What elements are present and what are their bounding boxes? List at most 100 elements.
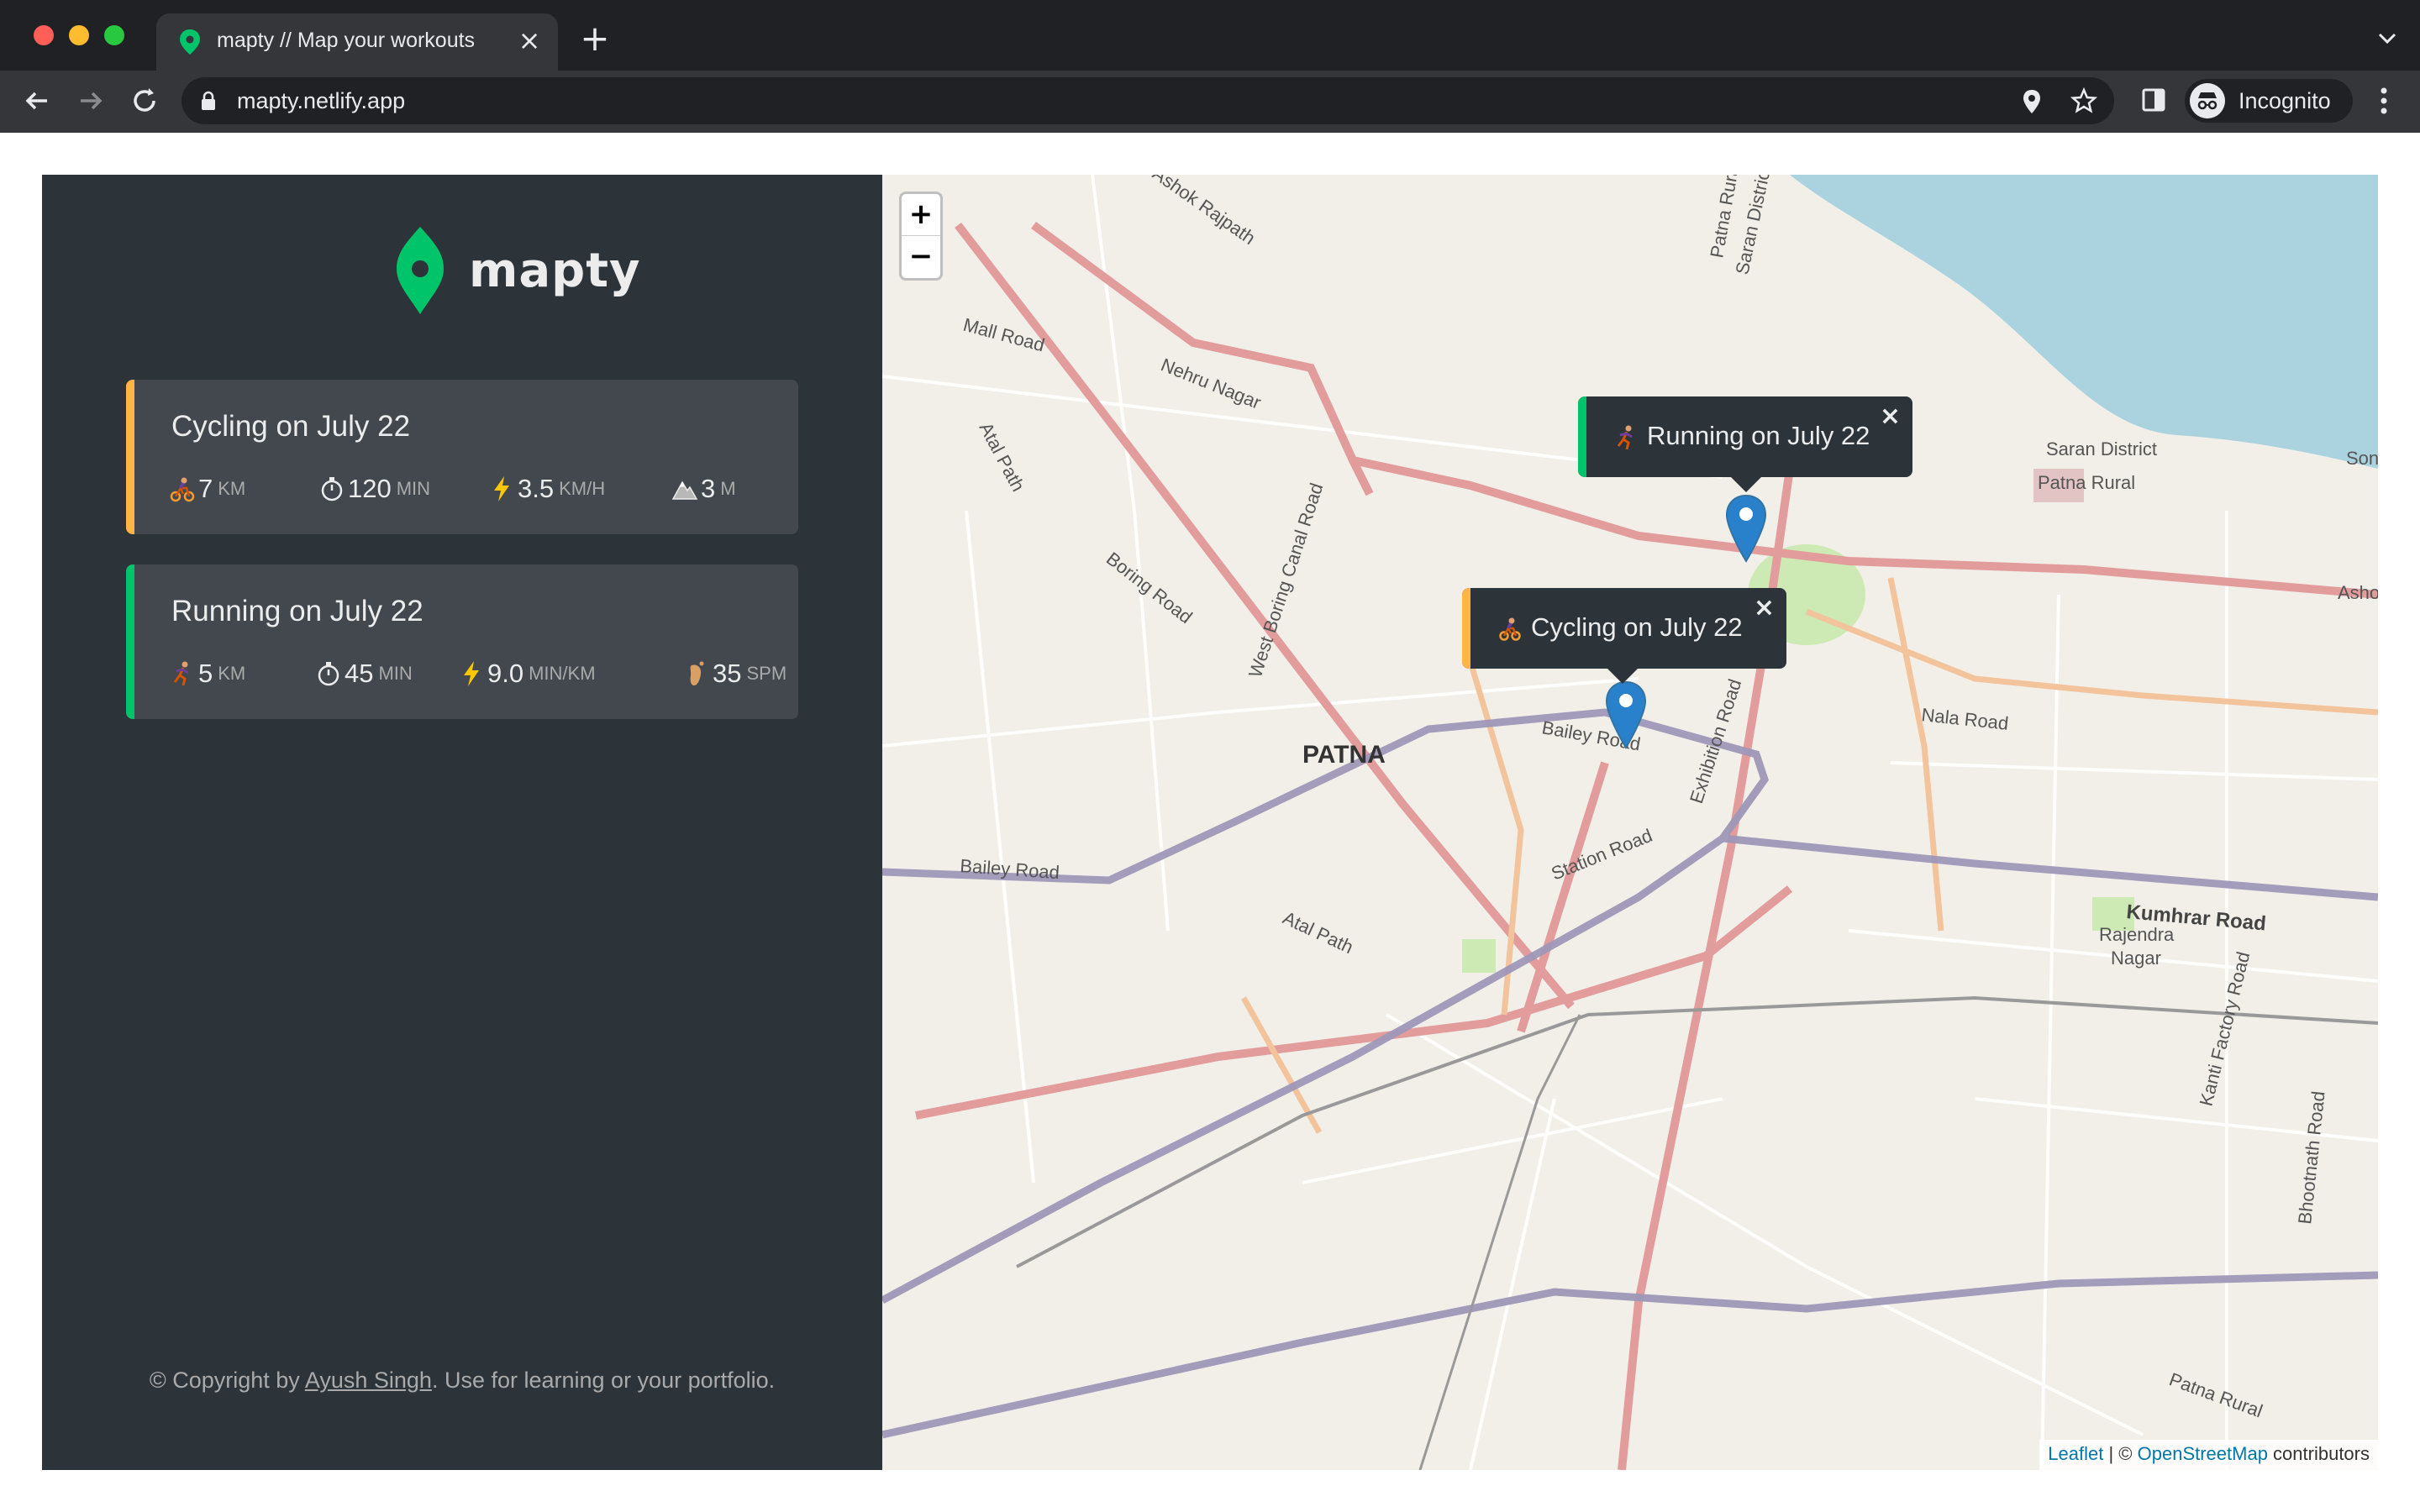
popup-label: Running on July 22 [1647, 421, 1870, 450]
workout-detail-pace: 9.0 min/km [459, 659, 596, 692]
map-attribution: Leaflet | © OpenStreetMap contributors [2039, 1440, 2378, 1470]
workout-type-accent-bar [126, 380, 134, 534]
workout-detail-unit: km [218, 478, 246, 499]
tab-close-icon[interactable]: × [514, 25, 544, 55]
tab-strip: mapty // Map your workouts × + [0, 0, 2420, 71]
workout-popup-cycling[interactable]: Cycling on July 22 × [1462, 588, 1786, 684]
workout-detail-unit: km/h [559, 478, 606, 499]
workout-detail-value: 3 [701, 474, 716, 503]
tab-title: mapty // Map your workouts [217, 29, 476, 52]
tab-search-chevron-icon[interactable] [2375, 25, 2400, 50]
workout-detail-distance: 5 km [170, 659, 245, 692]
workout-title: Cycling on July 22 [171, 410, 411, 443]
popup-tip [1607, 669, 1638, 684]
popup-content: Cycling on July 22 [1499, 612, 1743, 643]
incognito-profile-button[interactable]: Incognito [2185, 79, 2353, 123]
workout-detail-speed: 3.5 km/h [489, 474, 605, 507]
attribution-separator: | © [2103, 1443, 2138, 1464]
browser-tab[interactable]: mapty // Map your workouts × [156, 13, 558, 71]
bookmark-star-icon[interactable] [2070, 87, 2097, 114]
sidebar: mapty Cycling on July 22 7 km 120 m [42, 175, 882, 1470]
map-marker-running[interactable] [1725, 494, 1767, 563]
lock-icon [202, 91, 215, 110]
workout-detail-value: 45 [345, 659, 374, 688]
map-tiles[interactable]: Mall Road Nehru Nagar Atal Path Boring R… [882, 175, 2378, 1470]
map-label-son-edge: Son [2346, 448, 2378, 469]
workout-details: 5 km 45 min 9.0 min/km 35 spm [170, 659, 792, 692]
kebab-menu-icon[interactable] [2371, 84, 2396, 118]
workout-detail-duration: 120 min [319, 474, 430, 507]
popup-accent-bar [1462, 588, 1470, 669]
copyright: © Copyright by Ayush Singh. Use for lear… [42, 1368, 882, 1394]
workout-detail-value: 35 [713, 659, 742, 688]
workout-detail-unit: km [218, 663, 246, 684]
workout-detail-value: 7 [198, 474, 213, 503]
author-link[interactable]: Ayush Singh [305, 1368, 432, 1393]
workout-detail-cadence: 35 spm [684, 659, 786, 692]
popup-tip [1731, 477, 1761, 492]
cyclist-icon [170, 477, 195, 502]
workout-item-running[interactable]: Running on July 22 5 km 45 min [126, 564, 798, 719]
map-pin-favicon-icon [180, 29, 200, 55]
mountain-icon [672, 480, 697, 500]
location-pin-icon[interactable] [2022, 89, 2042, 114]
cyclist-icon [1499, 617, 1521, 641]
workout-detail-distance: 7 km [170, 474, 245, 507]
map-label-saran-district: Saran District [2046, 438, 2157, 459]
workout-detail-unit: min/km [529, 663, 596, 684]
popup-close-icon[interactable]: × [1754, 593, 1775, 622]
workout-type-accent-bar [126, 564, 134, 719]
forward-arrow-icon[interactable] [74, 84, 108, 118]
footprint-icon [690, 661, 704, 685]
workout-detail-value: 5 [198, 659, 213, 688]
maximize-window-button[interactable] [104, 25, 124, 45]
workout-detail-unit: spm [746, 663, 787, 684]
workout-detail-duration: 45 min [316, 659, 413, 692]
map-label-city-patna: PATNA [1302, 741, 1386, 769]
address-bar[interactable]: mapty.netlify.app [182, 77, 2114, 124]
workout-detail-value: 3.5 [518, 474, 555, 503]
copyright-prefix: © Copyright by [149, 1368, 305, 1393]
workout-detail-unit: min [378, 663, 413, 684]
back-arrow-icon[interactable] [20, 84, 54, 118]
new-tab-button[interactable]: + [578, 21, 612, 56]
runner-icon [1617, 425, 1633, 450]
map[interactable]: Mall Road Nehru Nagar Atal Path Boring R… [882, 175, 2378, 1470]
workout-detail-elevation: 3m [672, 474, 736, 507]
stopwatch-icon [321, 477, 343, 501]
minimize-window-button[interactable] [69, 25, 89, 45]
logo: mapty [353, 225, 640, 318]
workout-popup-running[interactable]: Running on July 22 × [1578, 396, 1912, 492]
map-label-rajendra: Rajendra [2099, 924, 2175, 945]
side-panel-icon[interactable] [2141, 87, 2166, 113]
popup-label: Cycling on July 22 [1531, 612, 1743, 642]
zoom-out-button[interactable]: − [902, 236, 940, 278]
reload-icon[interactable] [128, 84, 161, 118]
popup-accent-bar [1578, 396, 1586, 477]
close-window-button[interactable] [34, 25, 54, 45]
incognito-icon [2190, 83, 2225, 118]
map-label-nagar: Nagar [2111, 948, 2161, 969]
workout-detail-value: 9.0 [487, 659, 524, 688]
park-area [1462, 939, 1496, 973]
leaflet-link[interactable]: Leaflet [2048, 1443, 2103, 1464]
incognito-label: Incognito [2238, 88, 2331, 113]
workout-title: Running on July 22 [171, 595, 424, 627]
map-label-patna-rural-east: Patna Rural [2038, 472, 2135, 493]
copyright-suffix: . Use for learning or your portfolio. [431, 1368, 776, 1393]
url-text: mapty.netlify.app [237, 88, 406, 113]
map-label-ashok-edge: Asho [2338, 582, 2378, 603]
openstreetmap-link[interactable]: OpenStreetMap [2138, 1443, 2268, 1464]
attribution-contributors: contributors [2267, 1443, 2370, 1464]
map-marker-cycling[interactable] [1605, 680, 1647, 749]
popup-close-icon[interactable]: × [1880, 402, 1901, 431]
zoom-in-button[interactable]: + [902, 194, 940, 236]
logo-text: mapty [469, 244, 641, 298]
map-pin-logo-icon [397, 227, 444, 314]
lightning-icon [464, 661, 479, 686]
runner-icon [173, 661, 189, 686]
workout-item-cycling[interactable]: Cycling on July 22 7 km 120 min [126, 380, 798, 534]
popup-content: Running on July 22 [1615, 421, 1870, 451]
workout-detail-value: 120 [348, 474, 392, 503]
workout-details: 7 km 120 min 3.5 km/h 3m [170, 474, 792, 507]
